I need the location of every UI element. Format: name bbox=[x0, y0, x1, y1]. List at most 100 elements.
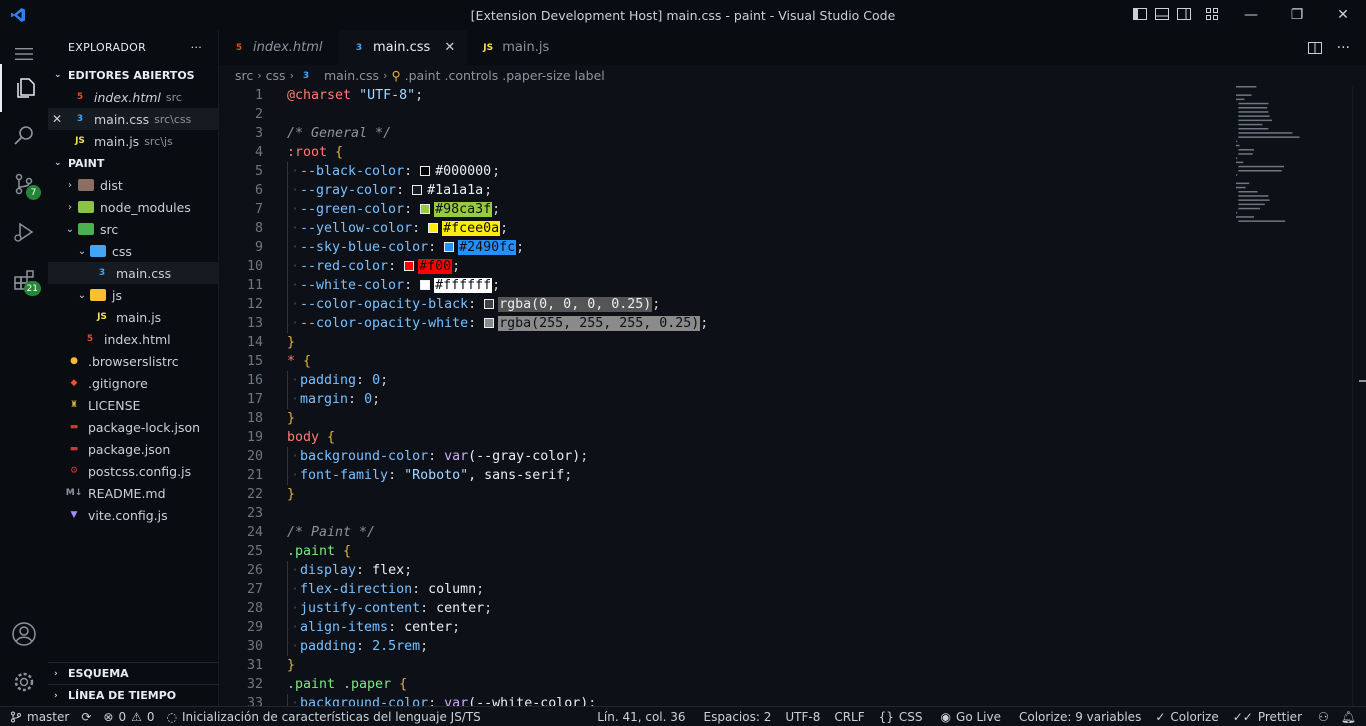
error-icon: ⊗ bbox=[103, 709, 114, 724]
breadcrumb-item[interactable]: src bbox=[235, 68, 253, 83]
go-live-item[interactable]: ◉ Go Live bbox=[929, 707, 1007, 726]
open-editor-item[interactable]: ✕ 3 main.css src\css bbox=[48, 108, 218, 130]
tree-folder[interactable]: › dist bbox=[48, 174, 218, 196]
colorize-variables[interactable]: Colorize: 9 variables bbox=[1007, 707, 1147, 726]
minimize-button[interactable]: — bbox=[1228, 0, 1274, 30]
minimap-line bbox=[1236, 144, 1240, 147]
close-button[interactable]: ✕ bbox=[1320, 0, 1366, 30]
tree-file[interactable]: JS main.js bbox=[48, 306, 218, 328]
line-number: 14 bbox=[246, 335, 263, 350]
run-debug-icon bbox=[14, 222, 34, 242]
breadcrumb-item[interactable]: css bbox=[266, 68, 286, 83]
outline-section[interactable]: › ESQUEMA bbox=[48, 662, 219, 684]
minimap-line bbox=[1238, 107, 1268, 109]
tree-file[interactable]: M↓ README.md bbox=[48, 482, 218, 504]
scroll-marker bbox=[1359, 380, 1366, 382]
chevron-down-icon: ⌄ bbox=[65, 223, 75, 235]
folder-icon bbox=[78, 201, 94, 213]
encoding[interactable]: UTF-8 bbox=[779, 707, 828, 726]
sync-item[interactable]: ⟳ bbox=[75, 707, 97, 726]
js-file-icon: JS bbox=[75, 136, 85, 146]
toggle-panel-icon[interactable] bbox=[1154, 6, 1170, 22]
chevron-right-icon: › bbox=[54, 668, 58, 679]
vscode-logo-icon[interactable] bbox=[0, 0, 36, 30]
toggle-secondary-sidebar-icon[interactable] bbox=[1176, 6, 1192, 22]
cursor-position[interactable]: Lín. 41, col. 36 bbox=[591, 707, 697, 726]
run-debug-button[interactable] bbox=[0, 208, 48, 256]
search-button[interactable] bbox=[0, 112, 48, 160]
tab-html[interactable]: 5 index.html bbox=[219, 30, 339, 65]
code-line: * { bbox=[287, 354, 312, 369]
accounts-status-item[interactable]: ⚇ bbox=[1308, 707, 1335, 726]
line-number: 26 bbox=[246, 563, 263, 578]
tree-file[interactable]: ⚙ postcss.config.js bbox=[48, 460, 218, 482]
code-line: display: flex; bbox=[287, 561, 412, 580]
prettier-item[interactable]: ✓✓ Prettier bbox=[1225, 707, 1308, 726]
postcss-file-icon: ⚙ bbox=[69, 466, 79, 476]
extensions-button[interactable]: 21 bbox=[0, 256, 48, 304]
code-line: body { bbox=[287, 430, 336, 445]
customize-layout-icon[interactable] bbox=[1204, 6, 1220, 22]
color-swatch[interactable] bbox=[404, 261, 415, 271]
minimap-line bbox=[1236, 212, 1238, 214]
files-icon bbox=[17, 78, 35, 98]
end-of-line[interactable]: CRLF bbox=[828, 707, 872, 726]
tree-folder[interactable]: › node_modules bbox=[48, 196, 218, 218]
color-swatch[interactable] bbox=[420, 166, 431, 176]
notifications-item[interactable]: 🔔︎ bbox=[1335, 707, 1366, 726]
code-line: padding: 0; bbox=[287, 371, 388, 390]
vertical-scrollbar[interactable] bbox=[1352, 86, 1366, 706]
problems-item[interactable]: ⊗ 0 ⚠ 0 bbox=[97, 707, 160, 726]
manage-button[interactable] bbox=[0, 658, 48, 706]
tab-js[interactable]: JS main.js bbox=[468, 30, 589, 65]
tree-file[interactable]: 5 index.html bbox=[48, 328, 218, 350]
accounts-button[interactable] bbox=[0, 610, 48, 658]
tree-folder[interactable]: ⌄ css bbox=[48, 240, 218, 262]
tree-file[interactable]: ▬ package.json bbox=[48, 438, 218, 460]
more-actions-icon[interactable]: ··· bbox=[191, 41, 202, 54]
color-swatch[interactable] bbox=[412, 185, 423, 195]
close-icon[interactable]: ✕ bbox=[52, 112, 72, 126]
breadcrumb-item[interactable]: main.css bbox=[324, 68, 379, 83]
restore-button[interactable]: ❐ bbox=[1274, 0, 1320, 30]
chevron-down-icon: ⌄ bbox=[54, 158, 62, 168]
open-editor-item[interactable]: JS main.js src\js bbox=[48, 130, 218, 152]
more-actions-icon[interactable]: ··· bbox=[1337, 40, 1350, 56]
timeline-section[interactable]: › LÍNEA DE TIEMPO bbox=[48, 684, 219, 706]
split-editor-icon[interactable] bbox=[1307, 40, 1323, 56]
minimap[interactable] bbox=[1236, 86, 1346, 246]
tree-file[interactable]: ◆ .gitignore bbox=[48, 372, 218, 394]
toggle-sidebar-icon[interactable] bbox=[1132, 6, 1148, 22]
minimap-line bbox=[1238, 195, 1269, 197]
tree-file[interactable]: 3 main.css bbox=[48, 262, 218, 284]
color-swatch[interactable] bbox=[484, 318, 495, 328]
open-editors-section[interactable]: ⌄ EDITORES ABIERTOS bbox=[48, 64, 218, 86]
tab-close-icon[interactable]: ✕ bbox=[444, 40, 455, 55]
code-editor[interactable]: 1 @charset "UTF-8"; 2 3/* General */4:root … bbox=[219, 86, 1366, 706]
task-item[interactable]: ◌ Inicialización de características del l… bbox=[161, 707, 487, 726]
code-line: --yellow-color: #fcee0a; bbox=[287, 219, 508, 238]
tree-file[interactable]: ▼ vite.config.js bbox=[48, 504, 218, 526]
breadcrumb-item[interactable]: .paint .controls .paper-size label bbox=[405, 68, 605, 83]
explorer-button[interactable] bbox=[0, 64, 48, 112]
color-swatch[interactable] bbox=[444, 242, 455, 252]
tree-file[interactable]: ▬ package-lock.json bbox=[48, 416, 218, 438]
color-swatch[interactable] bbox=[420, 204, 431, 214]
open-editor-item[interactable]: 5 index.html src bbox=[48, 86, 218, 108]
line-number: 28 bbox=[246, 601, 263, 616]
tree-file[interactable]: ♜ LICENSE bbox=[48, 394, 218, 416]
tab-css[interactable]: 3 main.css ✕ bbox=[339, 30, 469, 65]
source-control-button[interactable]: 7 bbox=[0, 160, 48, 208]
colorize-item[interactable]: ✓ Colorize bbox=[1147, 707, 1224, 726]
tree-folder[interactable]: ⌄ js bbox=[48, 284, 218, 306]
tree-file[interactable]: ● .browserslistrc bbox=[48, 350, 218, 372]
color-swatch[interactable] bbox=[484, 299, 495, 309]
color-swatch[interactable] bbox=[428, 223, 439, 233]
sync-icon: ⟳ bbox=[81, 709, 92, 724]
tree-folder[interactable]: ⌄ src bbox=[48, 218, 218, 240]
branch-item[interactable]: master bbox=[0, 707, 75, 726]
color-swatch[interactable] bbox=[420, 280, 431, 290]
language-mode[interactable]: {} CSS bbox=[873, 707, 929, 726]
project-section[interactable]: ⌄ PAINT bbox=[48, 152, 218, 174]
indentation[interactable]: Espacios: 2 bbox=[698, 707, 780, 726]
